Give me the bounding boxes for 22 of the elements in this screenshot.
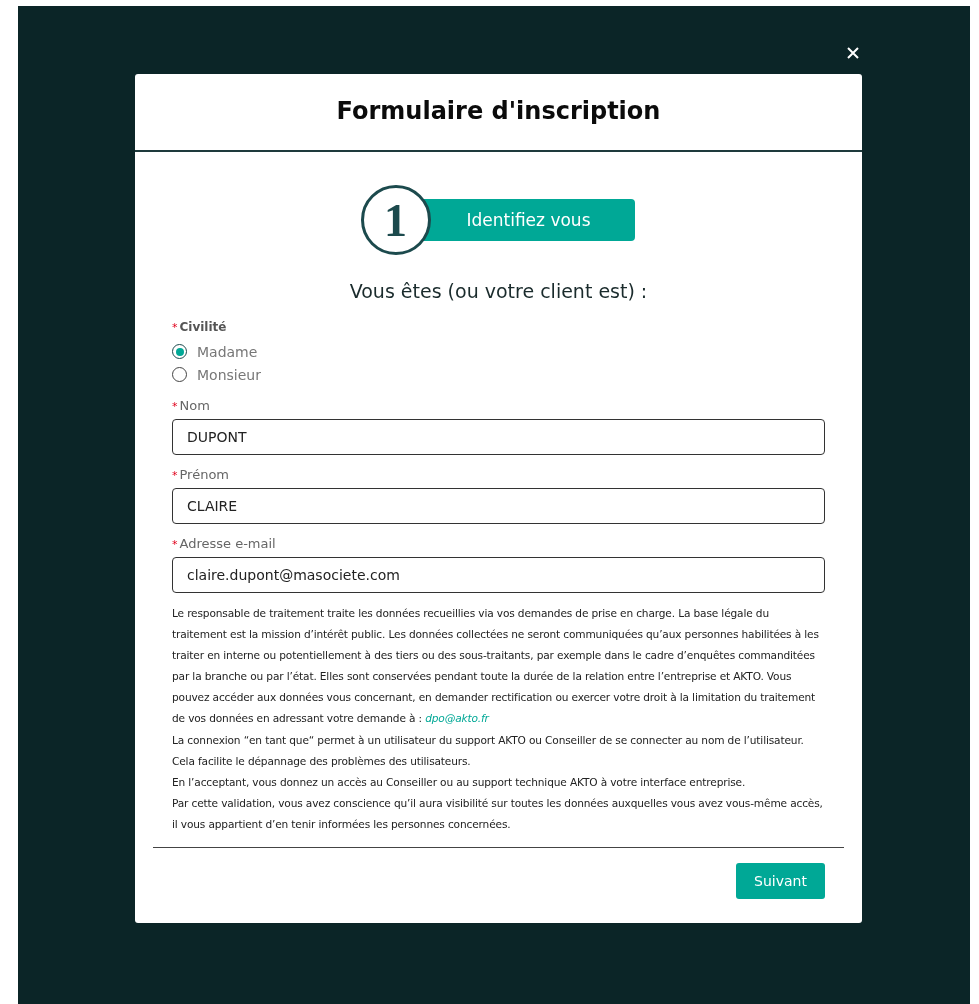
field-label: Nom	[179, 398, 210, 413]
field-label: Civilité	[179, 320, 227, 334]
required-asterisk: *	[172, 321, 178, 334]
input-field[interactable]: CLAIRE	[172, 488, 825, 524]
radio-label: Madame	[197, 343, 258, 360]
step-number: 1	[360, 185, 431, 255]
required-asterisk: *	[172, 538, 178, 551]
input-field[interactable]: DUPONT	[172, 419, 825, 455]
notice-text: En l’acceptant, vous donnez un accès au Conseiller ou au support technique AKTO à votre interface entreprise.	[172, 775, 747, 790]
notice-text: La connexion “en tant que“ permet à un utilisateur du support AKTO ou Conseiller de se connecter au nom de l’utilisateur. Cela facilite le dépannage des problèmes des utilisateurs.	[172, 733, 805, 769]
field-label: Prénom	[179, 467, 230, 482]
radio-label: Monsieur	[197, 366, 261, 383]
required-asterisk: *	[172, 400, 178, 413]
close-icon[interactable]	[847, 47, 859, 59]
input-field[interactable]: claire.dupont@masociete.com	[172, 557, 825, 593]
required-asterisk: *	[172, 469, 178, 482]
form-heading: Vous êtes (ou votre client est) :	[348, 280, 649, 302]
modal-title: Formulaire d'inscription	[135, 74, 862, 152]
step-label: Identifiez vous	[422, 199, 635, 241]
privacy-text: Le responsable de traitement traite les données recueillies via vos demandes de prise en charge. La base légale du traitement est la mission d’intérêt public. Les données collectées ne seront communiquées qu’aux personnes habilitées à les traiter en interne ou potentiellement à des tiers ou des sous-traitants, par exemple dans le cadre d’enquêtes commanditées par la branche ou par l’état. Elles sont conservées pendant toute la durée de la relation entre l’entreprise et AKTO. Vous pouvez accéder aux données vous concernant, en demander rectification ou exercer votre droit à la limitation du traitement de vos données en adressant votre demande à : dpo@akto.fr	[172, 606, 820, 726]
field-label: Adresse e-mail	[179, 536, 276, 551]
notice-text: Par cette validation, vous avez conscience qu’il aura visibilité sur toutes les données auxquelles vous avez vous-même accès, il vous appartient d’en tenir informées les personnes concernées.	[172, 796, 824, 832]
